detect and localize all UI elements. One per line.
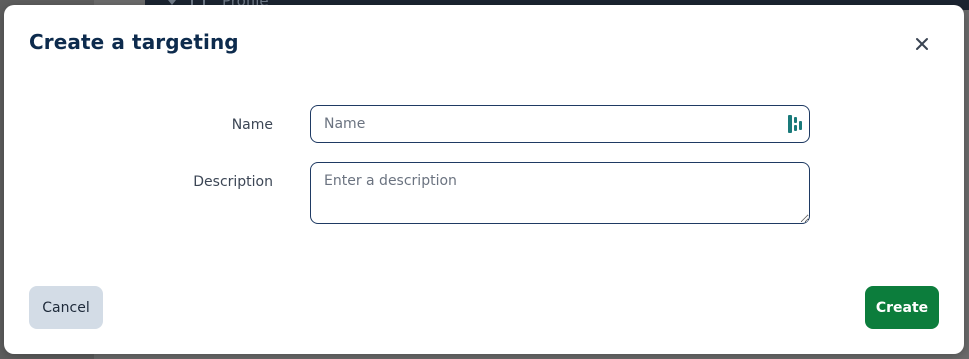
- name-label: Name: [231, 117, 273, 133]
- name-input[interactable]: [310, 105, 810, 143]
- close-icon: [916, 38, 928, 50]
- cancel-button[interactable]: Cancel: [29, 286, 103, 329]
- create-button[interactable]: Create: [865, 286, 939, 329]
- create-targeting-dialog: Create a targeting Name Description Canc…: [4, 5, 964, 354]
- description-label: Description: [193, 174, 273, 190]
- description-textarea[interactable]: [310, 162, 810, 224]
- password-manager-icon[interactable]: [788, 115, 804, 133]
- dialog-title: Create a targeting: [29, 30, 239, 54]
- close-button[interactable]: [910, 32, 934, 56]
